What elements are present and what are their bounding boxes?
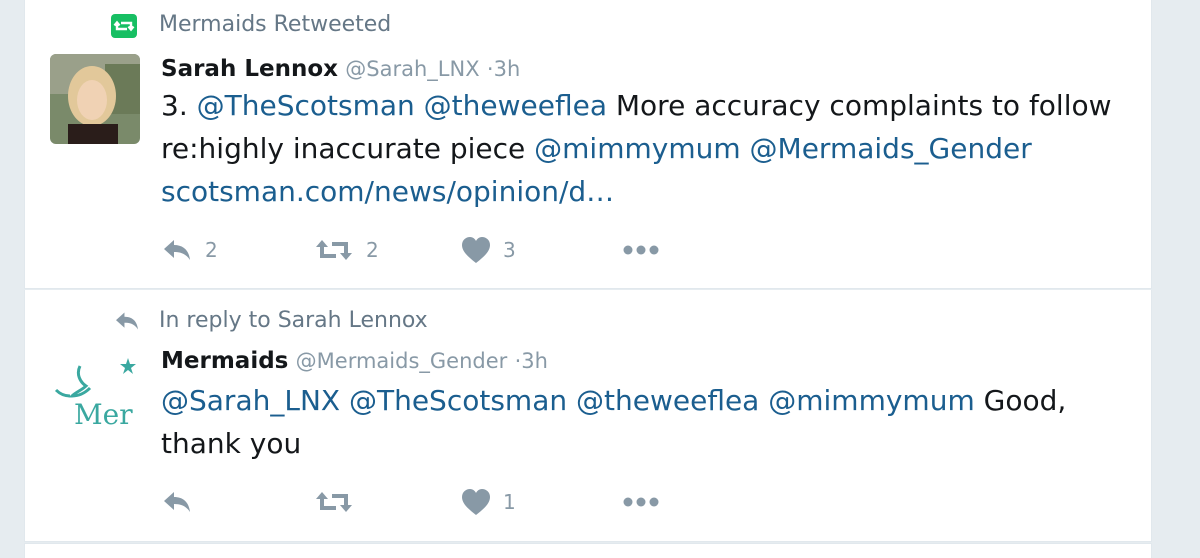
tweet-header: Mermaids @Mermaids_Gender ·3h <box>161 348 548 374</box>
author-handle[interactable]: @Sarah_LNX <box>345 57 479 81</box>
author-name[interactable]: Sarah Lennox <box>161 56 338 82</box>
avatar[interactable] <box>50 54 140 144</box>
text-segment: 3. <box>161 89 197 122</box>
timeline: Mermaids Retweeted Sarah Lennox @Sarah_L… <box>0 0 1200 558</box>
retweet-icon <box>316 240 352 260</box>
mention-link[interactable]: @Sarah_LNX <box>161 384 340 417</box>
reply-context: In reply to Sarah Lennox <box>116 308 428 333</box>
separator: · <box>486 57 494 81</box>
text-segment <box>741 132 750 165</box>
mention-link[interactable]: @theweeflea <box>576 384 759 417</box>
more-options-button[interactable] <box>623 487 659 517</box>
more-icon <box>623 245 659 255</box>
mention-link[interactable]: @Mermaids_Gender <box>750 132 1032 165</box>
text-segment <box>415 89 424 122</box>
author-name[interactable]: Mermaids <box>161 348 288 374</box>
like-button[interactable]: 1 <box>461 487 516 517</box>
mention-link[interactable]: @mimmymum <box>768 384 974 417</box>
reply-icon <box>113 310 141 338</box>
reply-button[interactable] <box>161 487 205 517</box>
mention-link[interactable]: @theweeflea <box>424 89 607 122</box>
more-icon <box>623 497 659 507</box>
retweet-button[interactable]: 2 <box>314 235 379 265</box>
mention-link[interactable]: @TheScotsman <box>197 89 415 122</box>
tweet-header: Sarah Lennox @Sarah_LNX ·3h <box>161 56 520 82</box>
tweet-card[interactable] <box>24 543 1152 558</box>
tweet-card[interactable]: Mermaids Retweeted Sarah Lennox @Sarah_L… <box>24 0 1152 289</box>
reply-icon <box>164 492 190 512</box>
avatar[interactable]: Mer <box>50 346 140 436</box>
retweet-icon <box>111 14 137 44</box>
reply-icon <box>164 240 190 260</box>
like-button[interactable]: 3 <box>461 235 516 265</box>
text-segment <box>759 384 768 417</box>
more-options-button[interactable] <box>623 235 659 265</box>
timestamp[interactable]: 3h <box>521 349 548 373</box>
reply-button[interactable]: 2 <box>161 235 218 265</box>
retweet-context: Mermaids Retweeted <box>111 12 391 38</box>
mention-link[interactable]: @TheScotsman <box>349 384 567 417</box>
tweet-text: @Sarah_LNX @TheScotsman @theweeflea @mim… <box>161 379 1121 465</box>
timestamp[interactable]: 3h <box>494 57 521 81</box>
retweet-button[interactable] <box>314 487 366 517</box>
heart-icon <box>462 489 490 515</box>
heart-icon <box>462 237 490 263</box>
retweet-count: 2 <box>366 238 379 262</box>
retweet-icon <box>316 492 352 512</box>
like-count: 1 <box>503 490 516 514</box>
context-text[interactable]: In reply to Sarah Lennox <box>159 308 428 333</box>
author-handle[interactable]: @Mermaids_Gender <box>296 349 508 373</box>
mention-link[interactable]: @mimmymum <box>534 132 740 165</box>
text-segment <box>567 384 576 417</box>
tweet-text: 3. @TheScotsman @theweeflea More accurac… <box>161 84 1121 213</box>
reply-count: 2 <box>205 238 218 262</box>
text-segment <box>340 384 349 417</box>
avatar-logo-text: Mer <box>74 398 133 431</box>
url-link[interactable]: scotsman.com/news/opinion/d… <box>161 175 614 208</box>
tweet-card[interactable]: In reply to Sarah Lennox Mer Mermaids @M… <box>24 290 1152 542</box>
context-text[interactable]: Mermaids Retweeted <box>159 12 391 37</box>
like-count: 3 <box>503 238 516 262</box>
